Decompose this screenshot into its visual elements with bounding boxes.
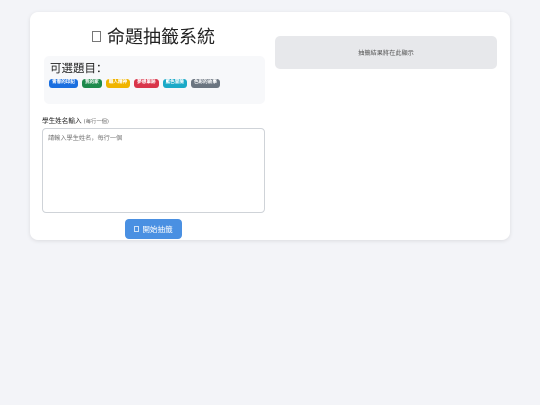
start-draw-label: 開始抽籤 bbox=[142, 224, 173, 234]
start-draw-button[interactable]: 開始抽籤 bbox=[125, 219, 182, 239]
topic-badge: 色彩的故事 bbox=[190, 79, 220, 88]
student-names-input[interactable] bbox=[42, 128, 265, 213]
topic-badge: 職人精神 bbox=[105, 79, 131, 88]
topic-badges: 青春的印記 我的家 職人精神 夢想筆跡 藍色冒險 色彩的故事 bbox=[49, 79, 220, 88]
result-text: 抽籤結果將在此顯示 bbox=[358, 50, 414, 57]
page-title: 命題抽籤系統 bbox=[107, 27, 215, 48]
shuffle-icon bbox=[134, 226, 140, 232]
main-card: 命題抽籤系統 可選題目： 青春的印記 我的家 職人精神 夢想筆跡 藍色冒險 色彩… bbox=[30, 12, 510, 240]
header: 命題抽籤系統 bbox=[42, 24, 265, 48]
topic-badge: 青春的印記 bbox=[49, 79, 78, 88]
topics-label: 可選題目： bbox=[50, 61, 108, 75]
topic-badge: 藍色冒險 bbox=[162, 79, 187, 88]
topic-badge: 夢想筆跡 bbox=[134, 79, 159, 88]
topic-badge: 我的家 bbox=[81, 79, 102, 88]
topics-panel: 可選題目： 青春的印記 我的家 職人精神 夢想筆跡 藍色冒險 色彩的故事 bbox=[44, 56, 265, 104]
student-names-label: 學生姓名輸入 (每行一個) bbox=[42, 115, 109, 125]
student-names-label-text: 學生姓名輸入 bbox=[42, 117, 82, 125]
document-icon bbox=[92, 31, 101, 42]
student-names-hint: (每行一個) bbox=[83, 119, 109, 125]
result-panel: 抽籤結果將在此顯示 bbox=[275, 36, 497, 69]
left-panel: 命題抽籤系統 可選題目： 青春的印記 我的家 職人精神 夢想筆跡 藍色冒險 色彩… bbox=[42, 12, 265, 240]
